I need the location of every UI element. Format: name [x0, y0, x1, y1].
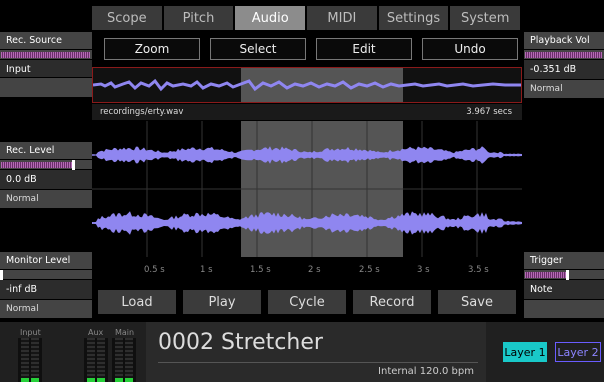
record-button[interactable]: Record — [353, 290, 431, 314]
select-button[interactable]: Select — [210, 38, 306, 60]
tick-label: 3 s — [417, 265, 430, 275]
play-button[interactable]: Play — [183, 290, 261, 314]
playback-vol-mode: Normal — [524, 79, 604, 98]
trigger-param[interactable]: Trigger Note — [524, 252, 604, 318]
trigger-slider[interactable] — [524, 269, 604, 280]
tab-system[interactable]: System — [450, 6, 521, 30]
rec-level-mode: Normal — [0, 189, 92, 208]
tab-bar: Scope Pitch Audio MIDI Settings System — [92, 6, 521, 30]
tick-label: 1.5 s — [250, 265, 271, 275]
rec-level-param[interactable]: Rec. Level 0.0 dB Normal — [0, 142, 92, 208]
monitor-level-knob[interactable] — [0, 270, 3, 280]
playback-vol-param[interactable]: Playback Vol -0.351 dB Normal — [524, 32, 604, 98]
rec-source-label: Rec. Source — [0, 32, 92, 49]
rec-source-slider[interactable] — [0, 49, 92, 59]
rec-level-knob[interactable] — [72, 160, 75, 170]
rec-source-value: Input — [0, 59, 92, 77]
time-ruler: 0.5 s 1 s 1.5 s 2 s 2.5 s 3 s 3.5 s — [92, 257, 522, 283]
monitor-level-label: Monitor Level — [0, 252, 92, 269]
patch-display[interactable]: 0002 Stretcher Internal 120.0 bpm — [146, 322, 486, 382]
main-meter-label: Main — [115, 328, 135, 337]
input-meter — [18, 338, 42, 382]
file-duration: 3.967 secs — [466, 107, 512, 117]
waveform-editor[interactable] — [92, 121, 522, 257]
main-meter — [112, 338, 136, 382]
rec-level-value: 0.0 dB — [0, 169, 92, 189]
rec-level-fill — [1, 162, 73, 168]
rec-source-param[interactable]: Rec. Source Input — [0, 32, 92, 97]
file-name: recordings/erty.wav — [100, 107, 184, 117]
trigger-label: Trigger — [524, 252, 604, 269]
playback-vol-value: -0.351 dB — [524, 59, 604, 79]
cycle-button[interactable]: Cycle — [268, 290, 346, 314]
tick-label: 2.5 s — [359, 265, 380, 275]
input-meter-label: Input — [20, 328, 41, 337]
rec-source-fill — [1, 52, 90, 58]
tick-label: 0.5 s — [144, 265, 165, 275]
monitor-level-param[interactable]: Monitor Level -inf dB Normal — [0, 252, 92, 318]
aux-meter — [84, 338, 108, 382]
monitor-level-value: -inf dB — [0, 279, 92, 299]
trigger-value: Note — [524, 279, 604, 299]
rec-source-empty — [0, 77, 92, 97]
aux-meter-label: Aux — [88, 328, 104, 337]
layer-2-button[interactable]: Layer 2 — [555, 342, 601, 362]
rec-level-label: Rec. Level — [0, 142, 92, 159]
tick-label: 2 s — [308, 265, 321, 275]
playback-vol-slider[interactable] — [524, 49, 604, 59]
trigger-fill — [525, 272, 567, 278]
file-info-bar: recordings/erty.wav 3.967 secs — [92, 104, 522, 120]
playback-vol-fill — [525, 52, 602, 58]
save-button[interactable]: Save — [438, 290, 516, 314]
playback-vol-label: Playback Vol — [524, 32, 604, 49]
tab-scope[interactable]: Scope — [92, 6, 162, 30]
tab-midi[interactable]: MIDI — [307, 6, 377, 30]
trigger-empty — [524, 299, 604, 318]
zoom-button[interactable]: Zoom — [104, 38, 200, 60]
tempo-readout: Internal 120.0 bpm — [378, 366, 474, 377]
waveform-overview[interactable] — [92, 67, 522, 103]
edit-button[interactable]: Edit — [316, 38, 412, 60]
undo-button[interactable]: Undo — [422, 38, 518, 60]
tab-pitch[interactable]: Pitch — [163, 6, 234, 30]
rec-level-slider[interactable] — [0, 159, 92, 170]
monitor-level-mode: Normal — [0, 299, 92, 318]
trigger-knob[interactable] — [566, 270, 569, 280]
layer-1-button[interactable]: Layer 1 — [503, 342, 547, 362]
overview-waveform-graphic — [92, 68, 521, 102]
status-bar: Input Aux Main 0002 Stretcher Internal 1… — [0, 322, 604, 382]
monitor-level-slider[interactable] — [0, 269, 92, 280]
tab-audio[interactable]: Audio — [235, 6, 306, 30]
patch-name: 0002 Stretcher — [158, 330, 323, 355]
tab-settings[interactable]: Settings — [378, 6, 449, 30]
tick-label: 3.5 s — [468, 265, 489, 275]
tick-label: 1 s — [200, 265, 213, 275]
load-button[interactable]: Load — [98, 290, 176, 314]
main-waveform-graphic — [92, 121, 522, 257]
